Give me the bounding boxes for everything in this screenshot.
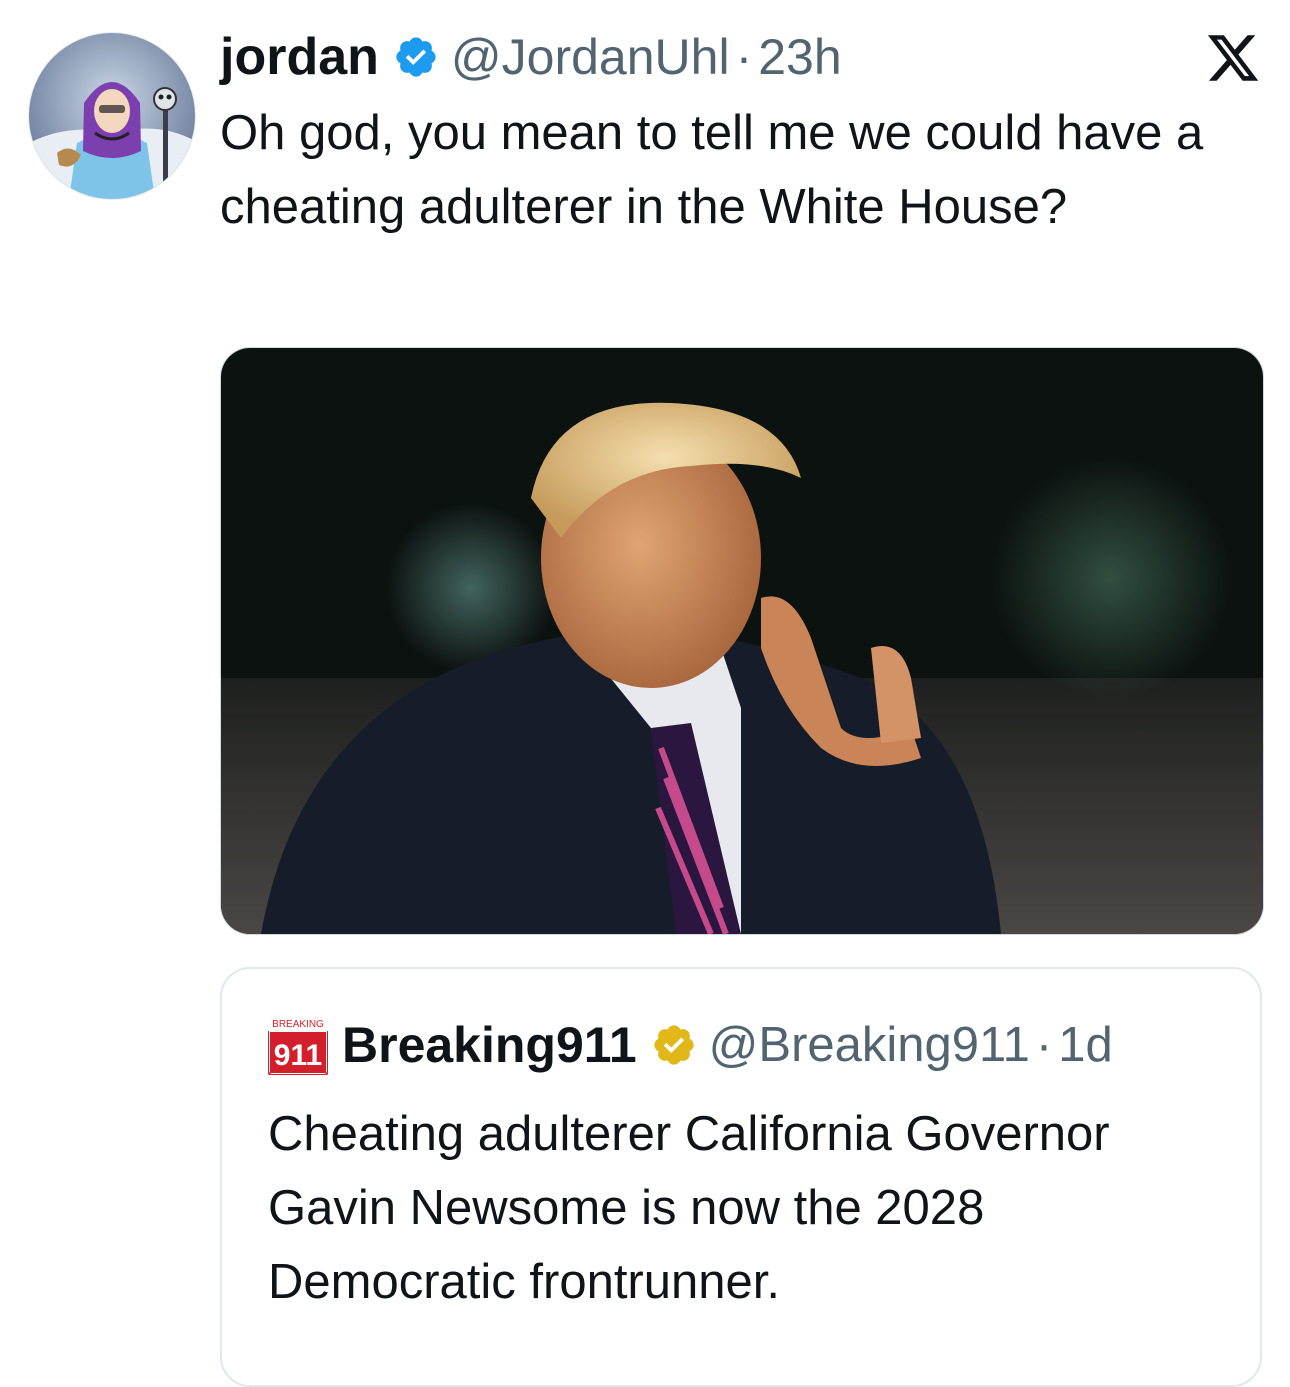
blue-check-icon <box>393 34 439 80</box>
tweet-media-photo[interactable] <box>220 347 1264 935</box>
quoted-tweet-timestamp[interactable]: 1d <box>1058 1017 1113 1073</box>
separator-dot: · <box>735 29 753 85</box>
quoted-tweet-card[interactable]: BREAKING 911 Breaking911 @Breaking911 · … <box>220 967 1262 1387</box>
breaking911-logo-icon[interactable]: BREAKING 911 <box>267 1014 329 1076</box>
quoted-tweet-header: BREAKING 911 Breaking911 @Breaking911 · … <box>267 1014 1113 1076</box>
author-handle[interactable]: @JordanUhl <box>451 28 730 86</box>
avatar-illustration <box>29 33 195 199</box>
x-logo-icon[interactable] <box>1205 30 1261 86</box>
quoted-tweet-text: Cheating adulterer California Governor G… <box>268 1107 1110 1309</box>
quoted-author-display-name[interactable]: Breaking911 <box>342 1016 637 1074</box>
quoted-author-handle[interactable]: @Breaking911 <box>709 1017 1030 1073</box>
svg-text:911: 911 <box>274 1039 322 1072</box>
photo-man-in-suit-night <box>221 348 1263 934</box>
tweet-timestamp[interactable]: 23h <box>758 28 841 86</box>
quoted-separator-dot: · <box>1035 1018 1053 1072</box>
author-avatar[interactable] <box>28 32 196 200</box>
tweet-header: jordan @JordanUhl · 23h <box>220 22 842 92</box>
gold-check-icon <box>651 1022 697 1068</box>
author-display-name[interactable]: jordan <box>220 27 379 87</box>
tweet-text: Oh god, you mean to tell me we could hav… <box>220 106 1204 234</box>
svg-text:BREAKING: BREAKING <box>272 1019 324 1030</box>
